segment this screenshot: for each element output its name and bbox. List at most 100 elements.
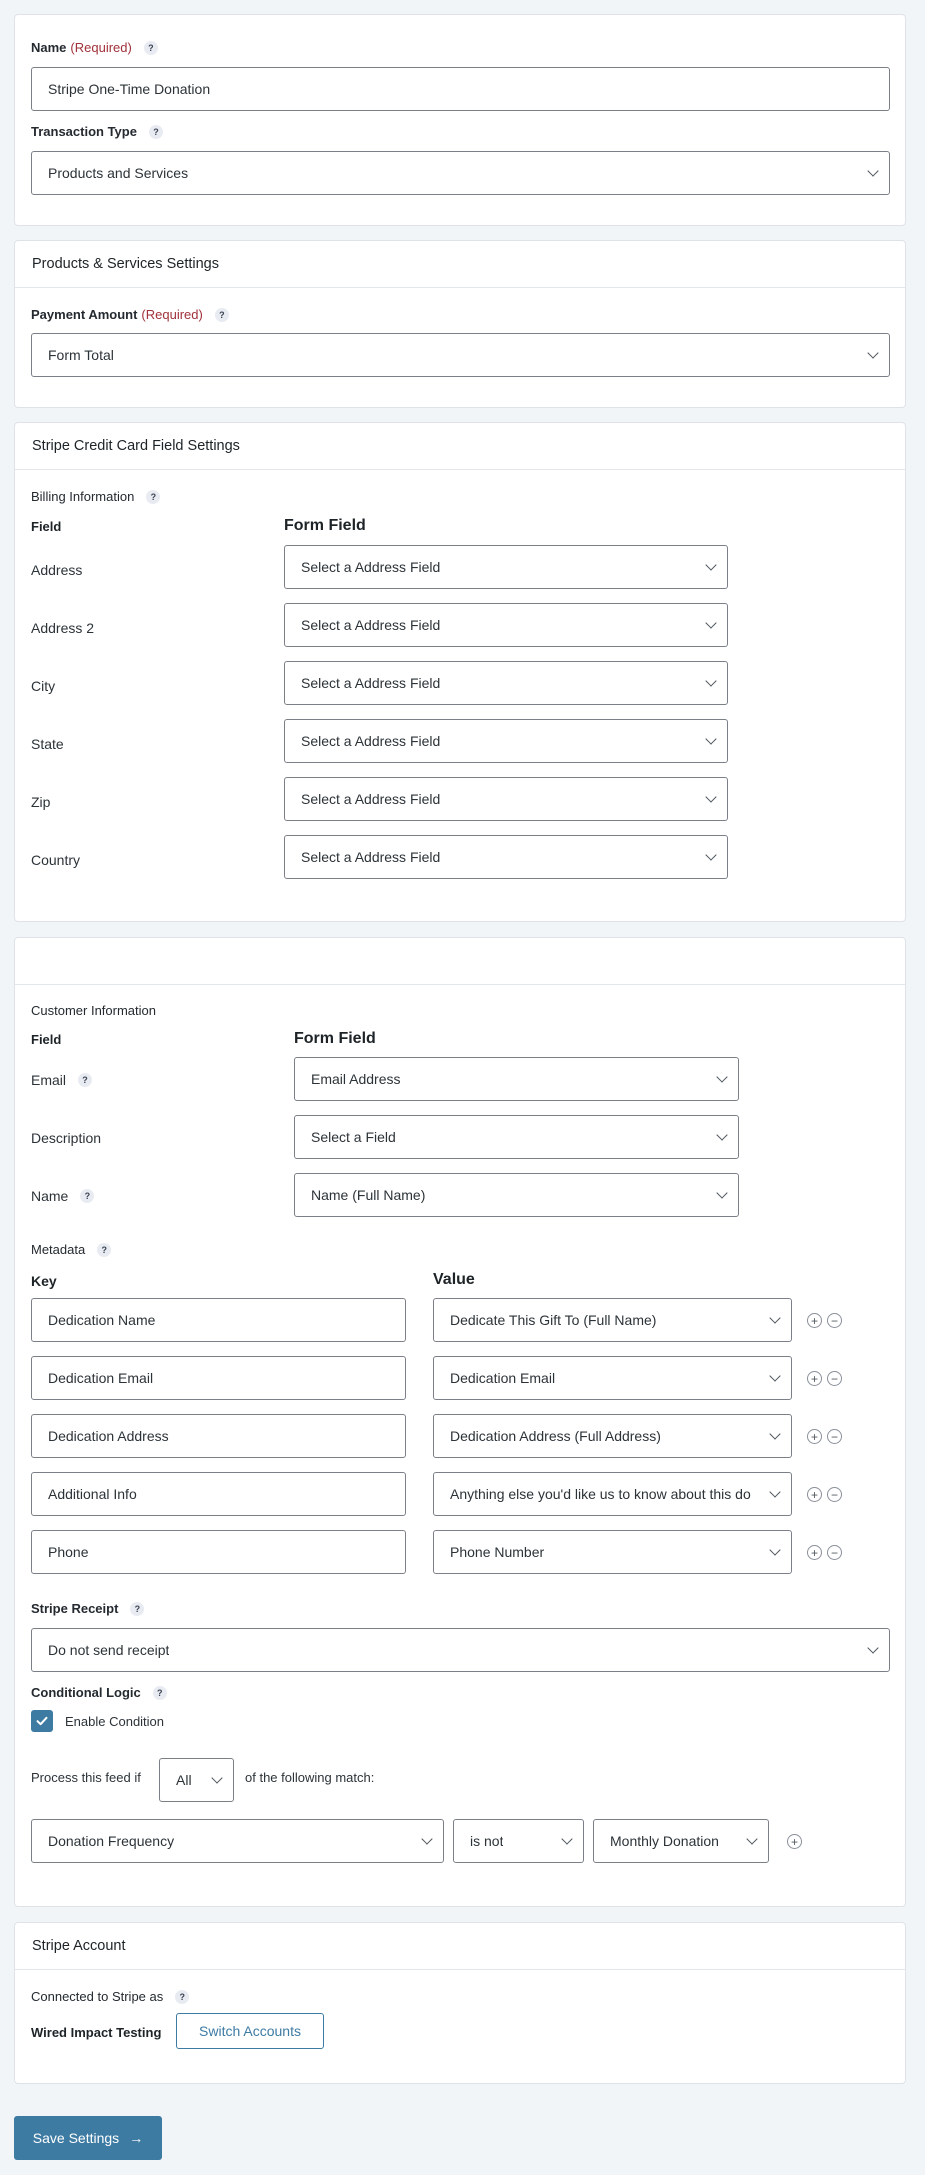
payment-amount-help-icon[interactable]: ?	[214, 307, 229, 322]
transaction-type-label: Transaction Type ?	[31, 124, 163, 139]
metadata-key-input[interactable]: Dedication Address	[31, 1414, 406, 1458]
customer-name-label-text: Name	[31, 1188, 69, 1204]
metadata-key-value: Dedication Email	[48, 1370, 154, 1386]
customer-settings-card: Customer Information Field Form Field Em…	[14, 937, 906, 1907]
enable-condition-label: Enable Condition	[65, 1714, 165, 1729]
chevron-down-icon	[705, 675, 717, 687]
remove-row-icon[interactable]: −	[827, 1429, 842, 1444]
remove-row-icon[interactable]: −	[827, 1487, 842, 1502]
billing-help-icon[interactable]: ?	[146, 489, 161, 504]
add-row-icon[interactable]: +	[807, 1487, 822, 1502]
customer-col-form-field: Form Field	[294, 1030, 376, 1047]
stripe-receipt-select[interactable]: Do not send receipt	[31, 1628, 890, 1672]
rule-field-select[interactable]: Donation Frequency	[31, 1819, 444, 1863]
metadata-key-input[interactable]: Dedication Name	[31, 1298, 406, 1342]
add-row-icon[interactable]: +	[807, 1313, 822, 1328]
billing-city-select[interactable]: Select a Address Field	[284, 661, 728, 705]
rule-operator-select[interactable]: is not	[453, 1819, 584, 1863]
payment-amount-label: Payment Amount (Required) ?	[31, 307, 229, 322]
chevron-down-icon	[746, 1833, 758, 1845]
metadata-key-value: Phone	[48, 1544, 89, 1560]
chevron-down-icon	[561, 1833, 573, 1845]
add-row-icon[interactable]: +	[807, 1371, 822, 1386]
payment-amount-required-text: (Required)	[141, 307, 203, 322]
chevron-down-icon	[211, 1772, 223, 1784]
chevron-down-icon	[716, 1129, 728, 1141]
connected-label-text: Connected to Stripe as	[31, 1989, 164, 2004]
billing-state-value: Select a Address Field	[301, 733, 441, 749]
chevron-down-icon	[705, 733, 717, 745]
payment-amount-label-text: Payment Amount	[31, 307, 138, 322]
billing-row-label: Address 2	[31, 620, 95, 636]
add-row-icon[interactable]: +	[807, 1429, 822, 1444]
rule-value-select[interactable]: Monthly Donation	[593, 1819, 769, 1863]
customer-information-label: Customer Information	[31, 1003, 156, 1018]
add-rule-icon[interactable]: +	[787, 1834, 802, 1849]
metadata-key-value: Dedication Name	[48, 1312, 156, 1328]
stripe-receipt-value: Do not send receipt	[48, 1642, 170, 1658]
customer-description-select[interactable]: Select a Field	[294, 1115, 739, 1159]
metadata-key-value: Additional Info	[48, 1486, 137, 1502]
customer-description-label: Description	[31, 1130, 102, 1146]
remove-row-icon[interactable]: −	[827, 1545, 842, 1560]
remove-row-icon[interactable]: −	[827, 1313, 842, 1328]
customer-name-help-icon[interactable]: ?	[80, 1189, 95, 1203]
metadata-value-select[interactable]: Dedication Email	[433, 1356, 792, 1400]
condition-match-select[interactable]: All	[159, 1758, 234, 1802]
metadata-value-select[interactable]: Phone Number	[433, 1530, 792, 1574]
chevron-down-icon	[716, 1187, 728, 1199]
billing-address-select[interactable]: Select a Address Field	[284, 545, 728, 589]
payment-amount-select[interactable]: Form Total	[31, 333, 890, 377]
transaction-type-select[interactable]: Products and Services	[31, 151, 890, 195]
billing-zip-select[interactable]: Select a Address Field	[284, 777, 728, 821]
billing-col-form-field: Form Field	[284, 517, 366, 534]
customer-col-field: Field	[31, 1032, 62, 1047]
receipt-help-icon[interactable]: ?	[130, 1601, 145, 1616]
email-help-icon[interactable]: ?	[78, 1073, 93, 1087]
rule-value-text: Monthly Donation	[610, 1833, 719, 1849]
billing-state-select[interactable]: Select a Address Field	[284, 719, 728, 763]
metadata-key-input[interactable]: Dedication Email	[31, 1356, 406, 1400]
stripe-account-card: Stripe Account Connected to Stripe as ? …	[14, 1922, 906, 2084]
process-feed-prefix: Process this feed if	[31, 1770, 141, 1785]
transaction-type-help-icon[interactable]: ?	[148, 124, 163, 139]
transaction-type-value: Products and Services	[48, 165, 189, 181]
customer-settings-header	[15, 938, 905, 985]
enable-condition-checkbox[interactable]	[31, 1710, 53, 1732]
billing-row-label: Address	[31, 562, 83, 578]
metadata-col-key: Key	[31, 1273, 57, 1289]
add-row-icon[interactable]: +	[807, 1545, 822, 1560]
metadata-value-select[interactable]: Dedicate This Gift To (Full Name)	[433, 1298, 792, 1342]
chevron-down-icon	[705, 617, 717, 629]
metadata-key-input[interactable]: Additional Info	[31, 1472, 406, 1516]
chevron-down-icon	[421, 1833, 433, 1845]
chevron-down-icon	[705, 559, 717, 571]
products-services-title: Products & Services Settings	[15, 241, 905, 288]
customer-name-select[interactable]: Name (Full Name)	[294, 1173, 739, 1217]
save-settings-button[interactable]: Save Settings →	[14, 2116, 162, 2160]
billing-address2-select[interactable]: Select a Address Field	[284, 603, 728, 647]
metadata-label-text: Metadata	[31, 1242, 86, 1257]
metadata-help-icon[interactable]: ?	[97, 1242, 112, 1257]
remove-row-icon[interactable]: −	[827, 1371, 842, 1386]
billing-row-label: Country	[31, 852, 81, 868]
transaction-type-label-text: Transaction Type	[31, 124, 137, 139]
metadata-key-value: Dedication Address	[48, 1428, 169, 1444]
metadata-value-select[interactable]: Dedication Address (Full Address)	[433, 1414, 792, 1458]
condition-match-value: All	[176, 1772, 192, 1788]
name-input[interactable]: Stripe One-Time Donation	[31, 67, 890, 111]
customer-email-select[interactable]: Email Address	[294, 1057, 739, 1101]
chevron-down-icon	[769, 1370, 781, 1382]
connected-help-icon[interactable]: ?	[175, 1989, 190, 2004]
save-settings-label: Save Settings	[32, 2130, 120, 2146]
metadata-value-select[interactable]: Anything else you'd like us to know abou…	[433, 1472, 792, 1516]
check-icon	[36, 1716, 48, 1726]
conditional-help-icon[interactable]: ?	[152, 1685, 167, 1700]
chevron-down-icon	[716, 1071, 728, 1083]
credit-card-settings-title: Stripe Credit Card Field Settings	[15, 423, 905, 470]
metadata-key-input[interactable]: Phone	[31, 1530, 406, 1574]
chevron-down-icon	[867, 1642, 879, 1654]
billing-country-select[interactable]: Select a Address Field	[284, 835, 728, 879]
name-help-icon[interactable]: ?	[143, 40, 158, 55]
switch-accounts-button[interactable]: Switch Accounts	[176, 2013, 324, 2049]
